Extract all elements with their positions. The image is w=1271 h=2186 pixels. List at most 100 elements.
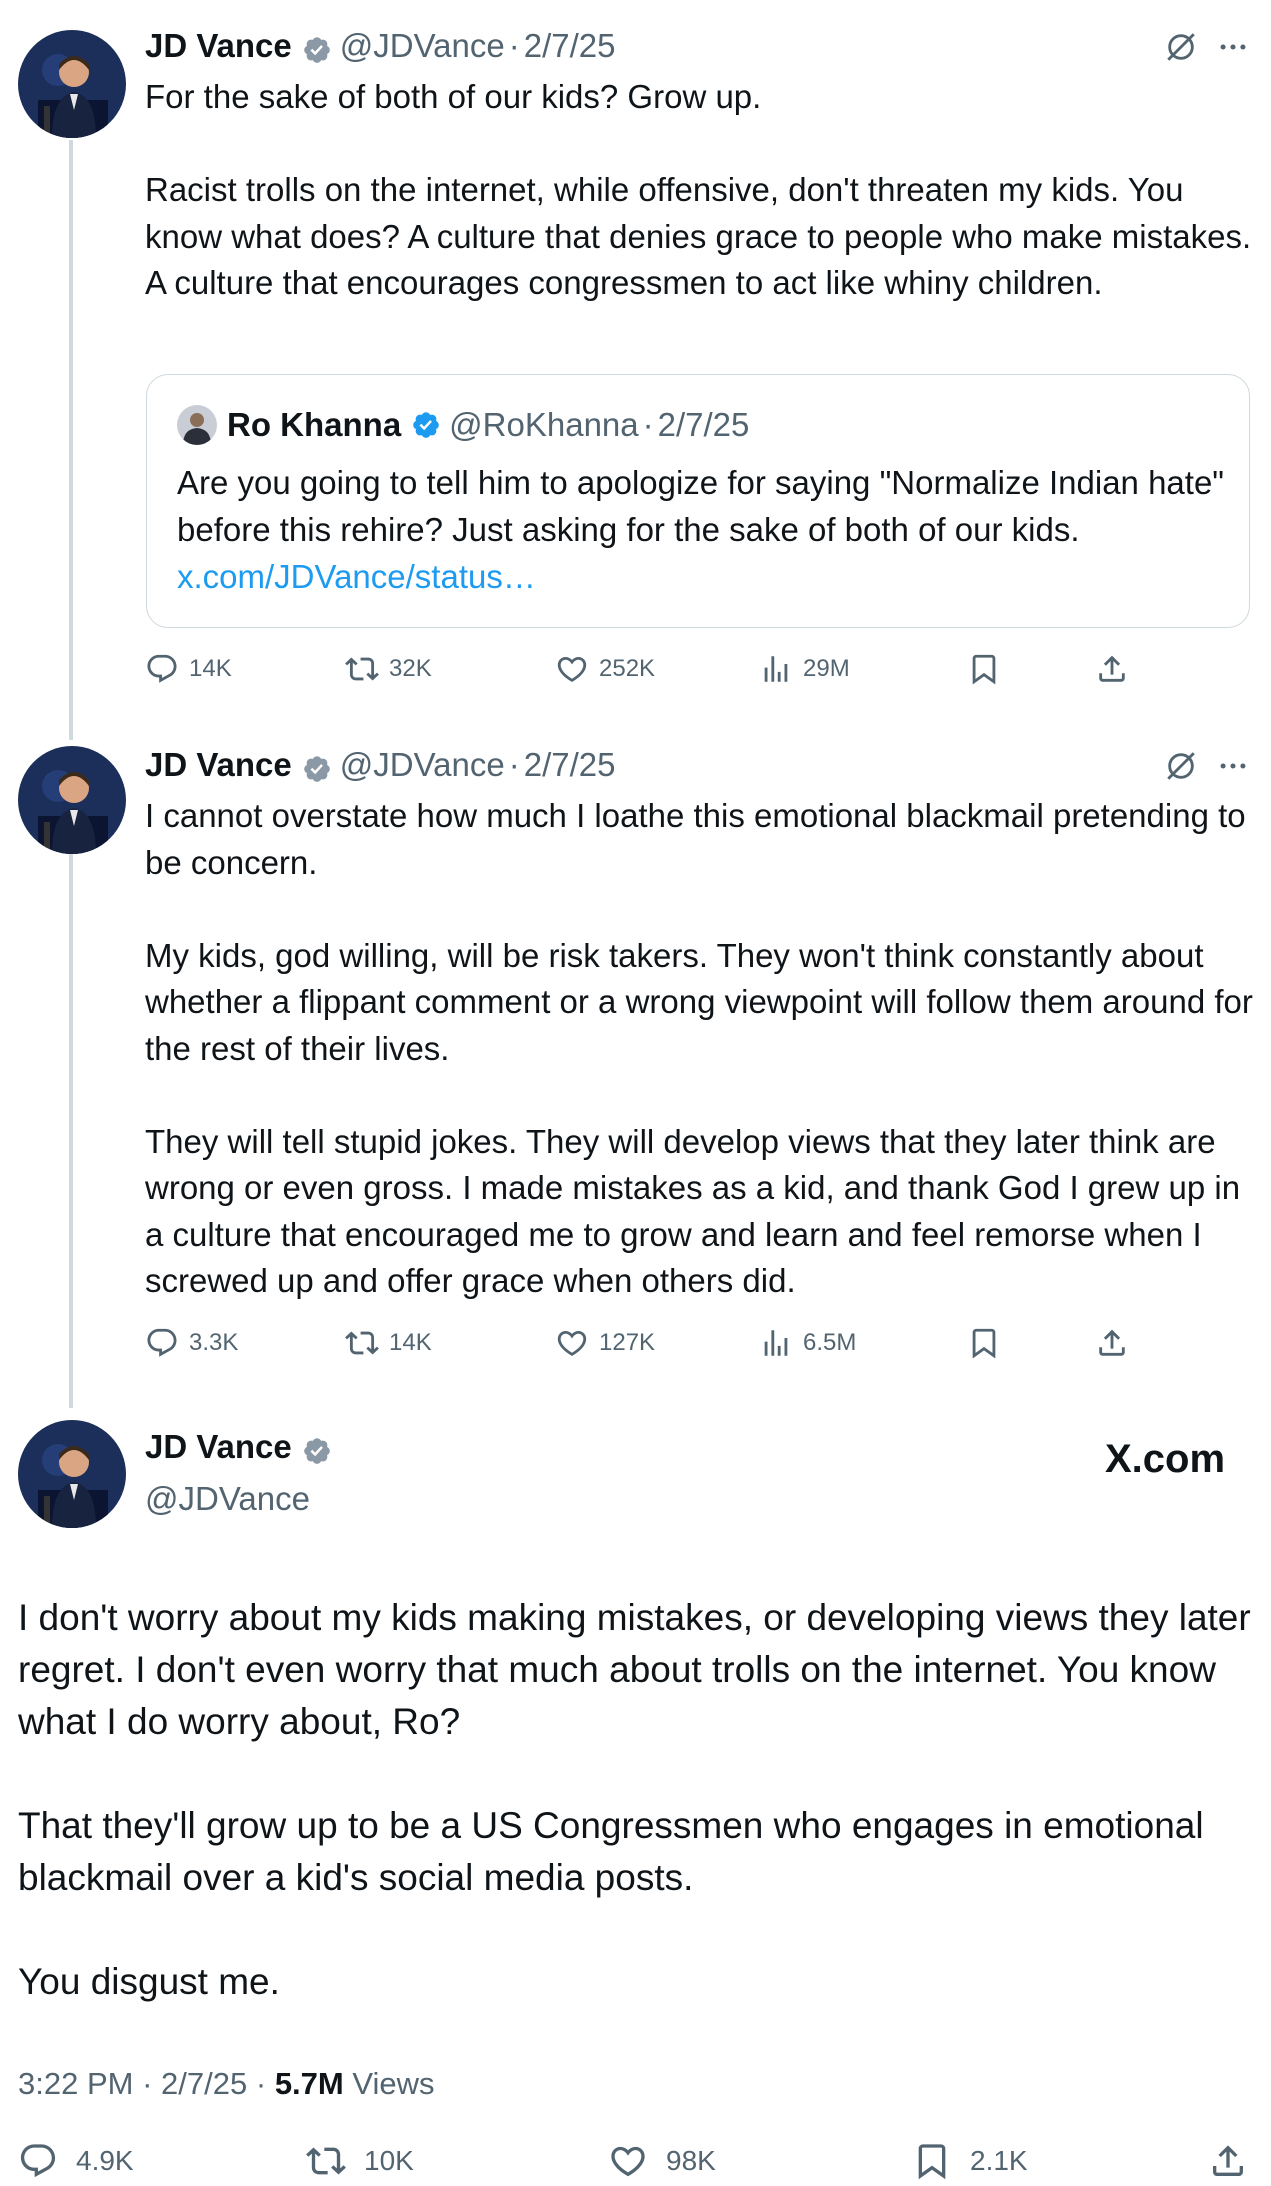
repost-count: 32K bbox=[389, 655, 432, 682]
verified-badge-icon bbox=[302, 750, 332, 782]
share-button[interactable] bbox=[1208, 2136, 1266, 2186]
tweet-paragraph: They will tell stupid jokes. They will d… bbox=[145, 1122, 1241, 1300]
bookmark-button[interactable]: 2.1K bbox=[912, 2136, 1028, 2186]
quote-date: 2/7/25 bbox=[657, 406, 750, 443]
views-button[interactable]: 29M bbox=[759, 644, 850, 694]
author-name[interactable]: JD Vance bbox=[145, 23, 292, 69]
quote-body: Are you going to tell him to apologize f… bbox=[177, 464, 1225, 548]
avatar[interactable] bbox=[18, 746, 126, 854]
main-tweet-text: I don't worry about my kids making mista… bbox=[18, 1592, 1258, 2008]
tweet-paragraph: Racist trolls on the internet, while off… bbox=[145, 171, 1252, 301]
repost-icon bbox=[306, 2147, 346, 2175]
tweet-paragraph: You disgust me. bbox=[18, 1961, 280, 2002]
more-icon[interactable] bbox=[1216, 749, 1250, 788]
reply-count: 4.9K bbox=[76, 2145, 134, 2176]
site-logo-text: X.com bbox=[1105, 1436, 1226, 1481]
share-button[interactable] bbox=[1095, 644, 1139, 694]
reply-button[interactable]: 3.3K bbox=[145, 1318, 238, 1368]
author-handle[interactable]: @JDVance bbox=[145, 1476, 310, 1522]
author-name[interactable]: JD Vance bbox=[145, 742, 292, 788]
like-count: 127K bbox=[599, 1329, 656, 1356]
repost-icon bbox=[345, 657, 379, 681]
grok-icon[interactable] bbox=[1164, 30, 1198, 69]
tweet-paragraph: I cannot overstate how much I loathe thi… bbox=[145, 797, 1246, 881]
quoted-tweet[interactable]: Ro Khanna @RoKhanna · 2/7/25 Are you goi… bbox=[146, 374, 1250, 628]
repost-count: 14K bbox=[389, 1329, 432, 1356]
like-icon bbox=[611, 2146, 645, 2177]
tweet-header: JD Vance @JDVance · 2/7/25 bbox=[145, 742, 615, 788]
verified-badge-icon bbox=[302, 31, 332, 63]
repost-icon bbox=[345, 1331, 379, 1355]
quote-link[interactable]: x.com/JDVance/status… bbox=[177, 558, 536, 595]
quote-author-handle: @RoKhanna bbox=[449, 406, 639, 443]
like-button[interactable]: 252K bbox=[555, 644, 655, 694]
views-icon bbox=[764, 656, 788, 682]
like-button[interactable]: 98K bbox=[608, 2136, 716, 2186]
reply-button[interactable]: 4.9K bbox=[18, 2136, 134, 2186]
quote-header: Ro Khanna @RoKhanna · 2/7/25 bbox=[177, 401, 749, 449]
tweet-meta: 3:22 PM · 2/7/25 · 5.7M Views bbox=[18, 2062, 435, 2106]
avatar[interactable] bbox=[18, 30, 126, 138]
like-count: 252K bbox=[599, 655, 656, 682]
tweet-date[interactable]: 2/7/25 bbox=[524, 742, 616, 788]
tweet-actions: 3.3K 14K 127K 6.5M bbox=[145, 1318, 1145, 1368]
grok-icon[interactable] bbox=[1164, 749, 1198, 788]
separator: · bbox=[508, 746, 520, 783]
bookmark-button[interactable] bbox=[967, 644, 1011, 694]
quote-author-name: Ro Khanna bbox=[227, 406, 402, 443]
separator: · bbox=[142, 2066, 153, 2101]
tweet-date[interactable]: 2/7/25 bbox=[161, 2066, 247, 2101]
thread-line bbox=[69, 140, 73, 740]
quote-avatar bbox=[177, 405, 217, 445]
bookmark-button[interactable] bbox=[967, 1318, 1011, 1368]
main-tweet-handle-row: @JDVance bbox=[145, 1476, 310, 1522]
tweet-text: For the sake of both of our kids? Grow u… bbox=[145, 74, 1255, 307]
tweet-date[interactable]: 2/7/25 bbox=[524, 23, 616, 69]
views-count: 29M bbox=[803, 655, 850, 682]
bookmark-icon bbox=[972, 654, 996, 685]
main-tweet-actions: 4.9K 10K 98K 2.1K bbox=[18, 2136, 1258, 2186]
tweet-paragraph: That they'll grow up to be a US Congress… bbox=[18, 1805, 1204, 1898]
bookmark-count: 2.1K bbox=[970, 2145, 1028, 2176]
avatar[interactable] bbox=[18, 1420, 126, 1528]
reply-button[interactable]: 14K bbox=[145, 644, 232, 694]
separator: · bbox=[255, 2066, 267, 2101]
like-button[interactable]: 127K bbox=[555, 1318, 655, 1368]
tweet-time[interactable]: 3:22 PM bbox=[18, 2066, 133, 2101]
reply-icon bbox=[147, 654, 177, 683]
views-count: 6.5M bbox=[803, 1329, 857, 1356]
share-icon bbox=[1213, 2145, 1243, 2176]
repost-button[interactable]: 10K bbox=[306, 2136, 414, 2186]
reply-count: 3.3K bbox=[189, 1329, 239, 1356]
reply-icon bbox=[147, 1328, 177, 1357]
verified-badge-icon bbox=[302, 1432, 332, 1464]
repost-button[interactable]: 14K bbox=[345, 1318, 432, 1368]
more-icon[interactable] bbox=[1216, 30, 1250, 69]
share-button[interactable] bbox=[1095, 1318, 1139, 1368]
tweet-paragraph: I don't worry about my kids making mista… bbox=[18, 1597, 1251, 1742]
main-tweet-name-row: JD Vance bbox=[145, 1424, 340, 1470]
repost-count: 10K bbox=[364, 2145, 414, 2176]
tweet-header: JD Vance @JDVance · 2/7/25 bbox=[145, 23, 615, 69]
like-count: 98K bbox=[666, 2145, 716, 2176]
thread-line bbox=[69, 852, 73, 1408]
separator: · bbox=[642, 406, 654, 443]
repost-button[interactable]: 32K bbox=[345, 644, 432, 694]
x-logo: X.com bbox=[1105, 1434, 1225, 1484]
separator: · bbox=[508, 27, 520, 64]
author-handle[interactable]: @JDVance bbox=[340, 23, 505, 69]
reply-count: 14K bbox=[189, 655, 232, 682]
views-icon bbox=[764, 1330, 788, 1356]
bookmark-icon bbox=[918, 2144, 946, 2180]
tweet-actions: 14K 32K 252K 29M bbox=[145, 644, 1145, 694]
bookmark-icon bbox=[972, 1328, 996, 1359]
author-handle[interactable]: @JDVance bbox=[340, 742, 505, 788]
quote-text: Are you going to tell him to apologize f… bbox=[177, 459, 1227, 600]
views-label: Views bbox=[352, 2066, 435, 2101]
author-name[interactable]: JD Vance bbox=[145, 1424, 292, 1470]
views-count: 5.7M bbox=[274, 2066, 344, 2101]
tweet-paragraph: My kids, god willing, will be risk taker… bbox=[145, 936, 1253, 1067]
share-icon bbox=[1099, 1329, 1125, 1356]
views-button[interactable]: 6.5M bbox=[759, 1318, 856, 1368]
tweet-text: I cannot overstate how much I loathe thi… bbox=[145, 793, 1255, 1305]
